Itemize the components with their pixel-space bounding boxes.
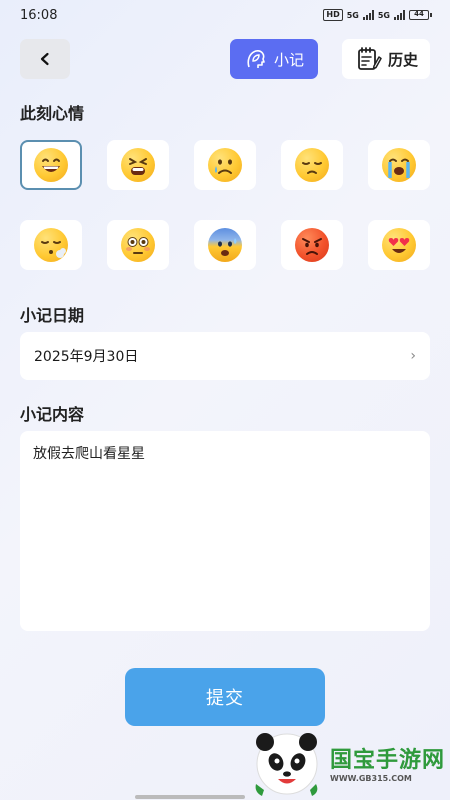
mood-option-pensive[interactable]	[281, 140, 343, 190]
network-label-1: 5G	[346, 10, 359, 20]
history-button-label: 历史	[387, 50, 418, 69]
hd-badge: HD	[323, 9, 343, 21]
mood-option-tired[interactable]	[107, 140, 169, 190]
back-button[interactable]	[20, 39, 70, 79]
heart-eyes-face-icon	[382, 228, 416, 262]
grinning-face-icon	[34, 148, 68, 182]
angry-face-icon	[295, 228, 329, 262]
chevron-right-icon: ›	[410, 348, 416, 364]
pensive-face-icon	[295, 148, 329, 182]
mood-title: 此刻心情	[20, 104, 85, 123]
flushed-face-icon	[121, 228, 155, 262]
watermark-subtitle: WWW.GB315.COM	[330, 774, 412, 783]
mood-option-sobbing[interactable]	[368, 140, 430, 190]
date-value: 2025年9月30日	[34, 349, 139, 365]
mood-option-love[interactable]	[368, 220, 430, 270]
mood-option-flushed[interactable]	[107, 220, 169, 270]
history-button[interactable]: 历史	[342, 39, 430, 79]
anxious-face-icon	[208, 228, 242, 262]
mood-option-sleepy[interactable]	[20, 220, 82, 270]
sleepy-exhale-face-icon	[34, 228, 68, 262]
status-bar: 16:08 HD 5G 5G 44	[0, 0, 450, 30]
mood-option-grinning[interactable]	[20, 140, 82, 190]
content-text: 放假去爬山看星星	[33, 446, 145, 462]
note-button-label: 小记	[273, 50, 304, 69]
date-title: 小记日期	[20, 306, 85, 325]
submit-button[interactable]: 提交	[125, 668, 325, 726]
watermark-title: 国宝手游网	[330, 748, 446, 773]
notepad-icon	[358, 47, 382, 70]
tired-face-icon	[121, 148, 155, 182]
battery-icon: 44	[409, 10, 432, 20]
network-label-2: 5G	[377, 10, 390, 20]
home-indicator[interactable]	[135, 795, 245, 799]
loudly-crying-face-icon	[382, 148, 416, 182]
note-button[interactable]: 小记	[230, 39, 318, 79]
mood-option-angry[interactable]	[281, 220, 343, 270]
signal-icon-2	[394, 10, 405, 20]
battery-level: 44	[409, 10, 429, 20]
mood-option-crying[interactable]	[194, 140, 256, 190]
top-bar: 小记 历史	[20, 38, 430, 80]
status-time: 16:08	[20, 7, 58, 23]
panda-logo-icon	[255, 732, 318, 796]
content-title: 小记内容	[20, 405, 85, 424]
crying-face-icon	[208, 148, 242, 182]
watermark: 国宝手游网 WWW.GB315.COM	[250, 725, 450, 800]
signal-icon	[362, 10, 374, 20]
content-textarea[interactable]: 放假去爬山看星星	[20, 431, 430, 631]
status-icons: HD 5G 5G 44	[323, 9, 432, 21]
chevron-left-icon	[40, 52, 49, 66]
mood-option-anxious[interactable]	[194, 220, 256, 270]
date-picker[interactable]: 2025年9月30日 ›	[20, 332, 430, 380]
leaf-head-icon	[247, 50, 265, 68]
